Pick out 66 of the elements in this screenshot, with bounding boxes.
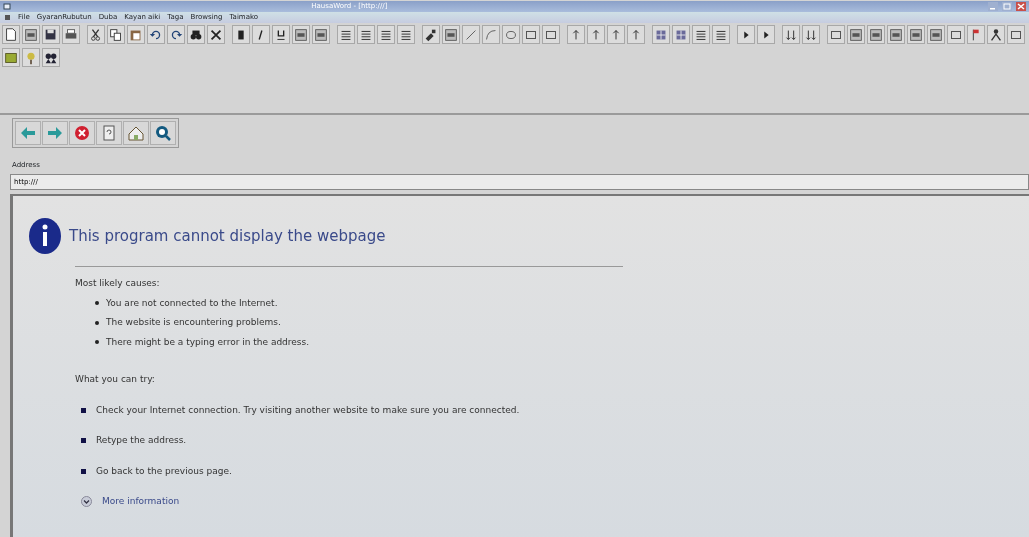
toolbar-button[interactable]	[1007, 25, 1025, 44]
bullet-icon	[95, 320, 99, 325]
suggestion-text: Check your Internet connection. Try visiting another website to make sure you are connected.	[96, 403, 520, 417]
more-information-link[interactable]: More information	[102, 495, 180, 509]
home-button[interactable]	[123, 121, 149, 145]
toolbar-button[interactable]	[907, 25, 925, 44]
refresh-button[interactable]	[96, 121, 122, 145]
toolbar-button[interactable]	[357, 25, 375, 44]
causes-heading: Most likely causes:	[75, 278, 160, 288]
toolbar-button[interactable]	[207, 25, 225, 44]
toolbar-button[interactable]	[867, 25, 885, 44]
bullet-icon	[95, 340, 99, 345]
bullet-icon	[81, 438, 86, 444]
search-button[interactable]	[150, 121, 176, 145]
toolbar-button[interactable]	[377, 25, 395, 44]
cause-text: There might be a typing error in the address.	[106, 335, 310, 349]
toolbar-button[interactable]	[422, 25, 440, 44]
maximize-icon	[1001, 2, 1012, 11]
toolbar-button[interactable]	[737, 25, 755, 44]
close-icon	[1015, 2, 1026, 11]
toolbar-button[interactable]	[802, 25, 820, 44]
toolbar-button[interactable]	[42, 25, 60, 44]
suggestion-text: Go back to the previous page.	[96, 464, 232, 478]
toolbar-button[interactable]	[927, 25, 945, 44]
toolbar-button[interactable]	[692, 25, 710, 44]
toolbar-button[interactable]	[107, 25, 125, 44]
toolbar-button[interactable]	[542, 25, 560, 44]
toolbar-button[interactable]	[147, 25, 165, 44]
toolbar-button[interactable]	[522, 25, 540, 44]
bullet-icon	[95, 301, 99, 306]
bullet-icon	[81, 407, 86, 413]
cause-text: You are not connected to the Internet.	[106, 296, 278, 310]
toolbar-button[interactable]	[442, 25, 460, 44]
info-icon	[27, 216, 63, 256]
toolbar-button[interactable]	[252, 25, 270, 44]
toolbar-button[interactable]	[62, 25, 80, 44]
app-icon	[3, 2, 11, 10]
toolbar-button[interactable]	[87, 25, 105, 44]
toolbar-button[interactable]	[272, 25, 290, 44]
toolbar-button[interactable]	[312, 25, 330, 44]
toolbar-button[interactable]	[127, 25, 145, 44]
toolbar-button[interactable]	[22, 25, 40, 44]
close-button[interactable]	[1015, 2, 1026, 11]
error-heading: This program cannot display the webpage	[69, 227, 386, 245]
toolbar-button[interactable]	[757, 25, 775, 44]
toolbar-button[interactable]	[847, 25, 865, 44]
toolbar-button[interactable]	[947, 25, 965, 44]
toolbar-button[interactable]	[167, 25, 185, 44]
cause-text: The website is encountering problems.	[106, 316, 281, 329]
stop-icon	[72, 123, 92, 143]
toolbar-button[interactable]	[782, 25, 800, 44]
toolbar-button[interactable]	[292, 25, 310, 44]
toolbar-button[interactable]	[987, 25, 1005, 44]
toolbar-button[interactable]	[187, 25, 205, 44]
toolbar-button[interactable]	[827, 25, 845, 44]
toolbar-button[interactable]	[397, 25, 415, 44]
toolbar-button[interactable]	[887, 25, 905, 44]
search-icon	[153, 123, 173, 143]
toolbar-button[interactable]	[42, 48, 60, 67]
suggestion-text: Retype the address.	[96, 434, 187, 447]
try-heading: What you can try:	[75, 374, 155, 384]
stop-button[interactable]	[69, 121, 95, 145]
toolbar-button[interactable]	[712, 25, 730, 44]
chevron-down-icon	[81, 496, 92, 508]
toolbar-button[interactable]	[337, 25, 355, 44]
bullet-icon	[81, 468, 86, 474]
